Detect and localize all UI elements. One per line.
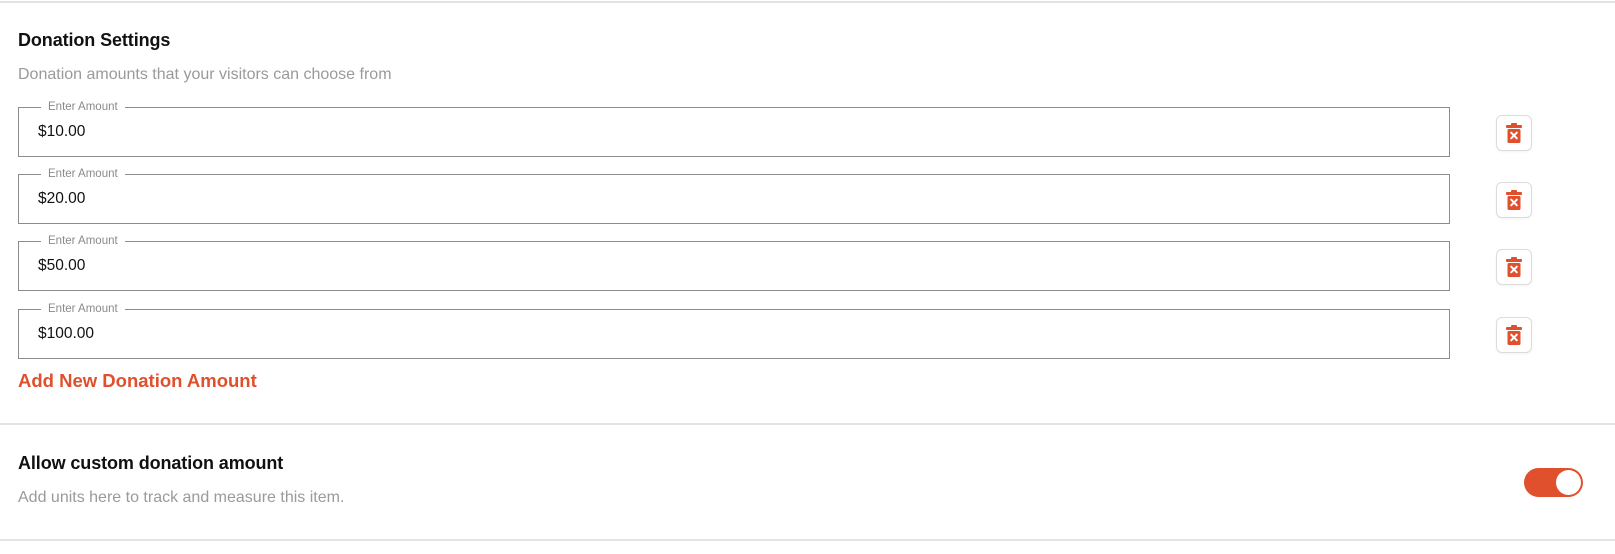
delete-amount-button[interactable] [1496, 249, 1532, 285]
amount-field-label: Enter Amount [41, 302, 125, 316]
trash-x-icon [1506, 123, 1522, 143]
donation-settings-title: Donation Settings [18, 30, 171, 50]
amount-field[interactable]: Enter Amount [18, 167, 1450, 224]
donation-settings-description: Donation amounts that your visitors can … [18, 66, 392, 83]
custom-amount-title: Allow custom donation amount [18, 453, 284, 473]
bottom-divider [0, 539, 1615, 541]
amount-field[interactable]: Enter Amount [18, 234, 1450, 291]
amount-row: Enter Amount [18, 234, 1538, 293]
toggle-knob [1556, 470, 1581, 495]
custom-amount-description: Add units here to track and measure this… [18, 489, 345, 506]
delete-amount-button[interactable] [1496, 317, 1532, 353]
amount-input[interactable] [38, 325, 1418, 343]
trash-x-icon [1506, 190, 1522, 210]
amount-field-label: Enter Amount [41, 234, 125, 248]
custom-amount-toggle[interactable] [1524, 468, 1583, 497]
amount-field-label: Enter Amount [41, 167, 125, 181]
amount-input[interactable] [38, 190, 1418, 208]
amount-field[interactable]: Enter Amount [18, 302, 1450, 359]
amount-row: Enter Amount [18, 302, 1538, 361]
amount-row: Enter Amount [18, 167, 1538, 226]
amount-input[interactable] [38, 257, 1418, 275]
trash-x-icon [1506, 257, 1522, 277]
amount-field[interactable]: Enter Amount [18, 100, 1450, 157]
section-divider [0, 423, 1615, 425]
add-donation-amount-link[interactable]: Add New Donation Amount [18, 370, 257, 392]
top-divider [0, 1, 1615, 3]
trash-x-icon [1506, 325, 1522, 345]
delete-amount-button[interactable] [1496, 182, 1532, 218]
amount-input[interactable] [38, 123, 1418, 141]
amount-field-label: Enter Amount [41, 100, 125, 114]
amount-row: Enter Amount [18, 100, 1538, 159]
delete-amount-button[interactable] [1496, 115, 1532, 151]
